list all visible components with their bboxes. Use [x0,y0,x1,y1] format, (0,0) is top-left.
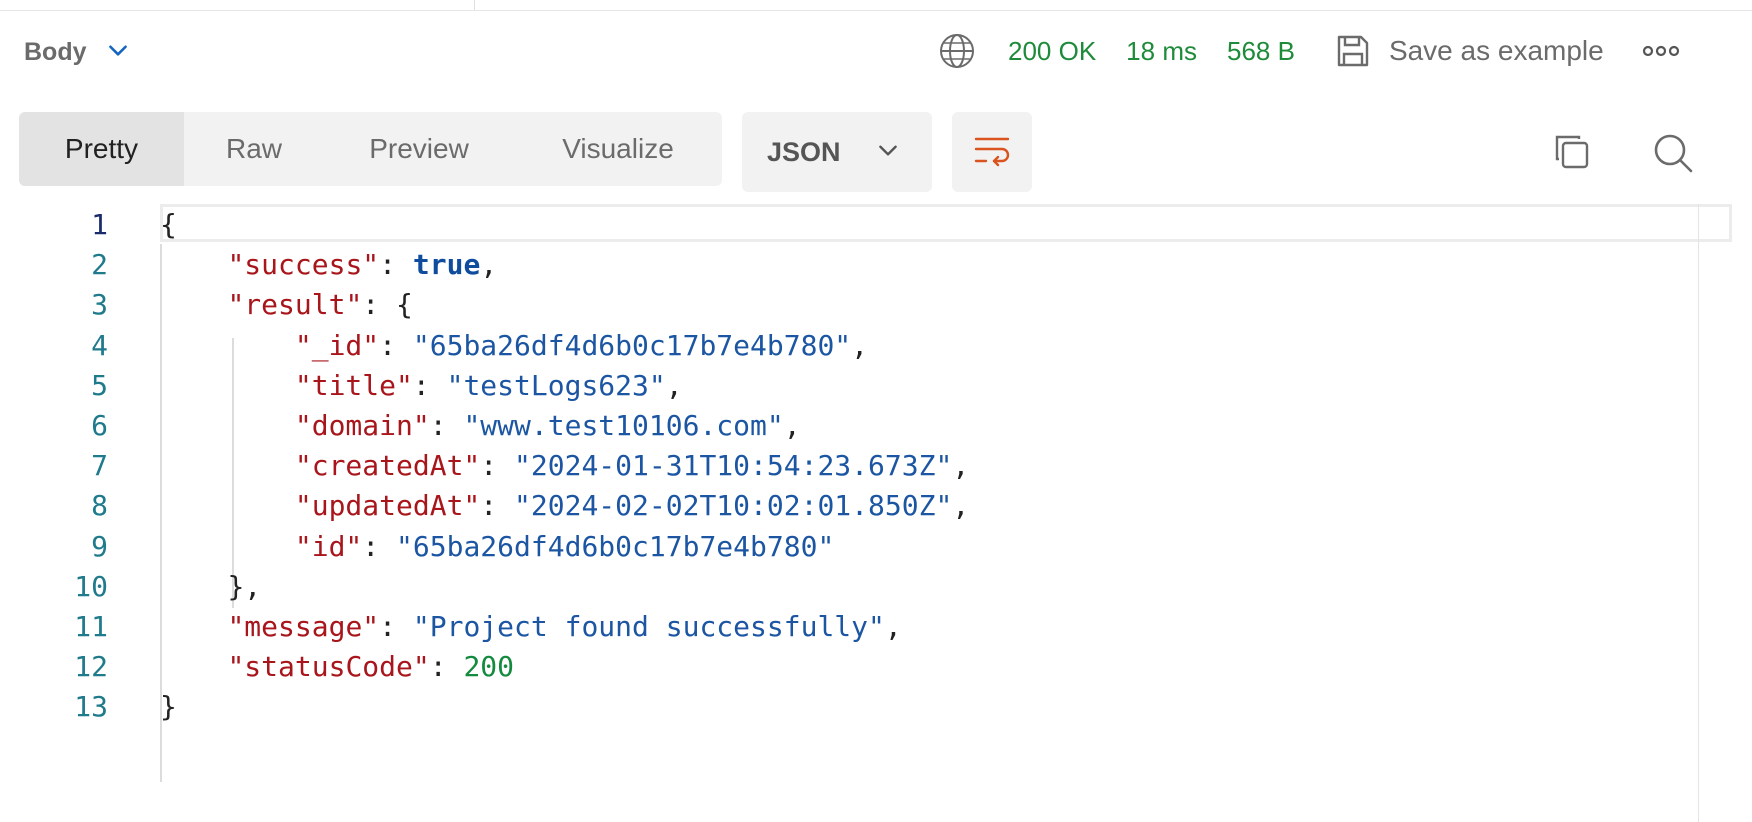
save-as-example-label: Save as example [1388,35,1604,66]
save-as-example-button[interactable]: Save as example [1335,33,1604,69]
line-number: 2 [91,248,108,282]
code-token: : [429,650,464,684]
code-text: "_id": "65ba26df4d6b0c17b7e4b780", [160,323,868,368]
code-token: , [884,610,902,643]
status-code[interactable]: 200 OK [1008,36,1096,67]
code-token: "domain" [294,409,430,442]
response-meta: 200 OK 18 ms 568 B Save as example [938,30,1680,72]
line-number: 8 [91,489,108,523]
line-number: 10 [74,569,108,603]
line-number: 3 [91,288,108,322]
code-token: : [480,489,515,523]
code-token: }, [227,569,262,603]
code-token: "title" [294,368,413,402]
code-text: { [160,202,177,247]
code-token: , [851,328,869,362]
code-token: : [412,368,447,402]
response-time[interactable]: 18 ms [1126,36,1197,67]
code-token: : [429,409,464,442]
line-number: 4 [91,328,108,362]
code-token: : { [362,288,413,322]
body-label: Body [24,37,87,66]
tab-visualize[interactable]: Visualize [514,112,722,186]
view-mode-tabs: Pretty Raw Preview Visualize [19,112,722,186]
response-body-editor[interactable]: 1 {2 "success": true, 3 "result": { 4 "_id"… [0,204,1752,822]
code-token: : [379,328,413,362]
code-token: "statusCode" [227,650,430,684]
format-label: JSON [767,136,841,167]
code-text: "success": true, [160,242,497,287]
code-token: : [379,248,413,282]
code-token: "message" [227,610,380,643]
format-dropdown[interactable]: JSON [742,112,932,192]
code-token: "result" [227,288,363,322]
code-token: 200 [463,650,515,684]
code-token: { [160,208,177,241]
active-line-highlight [160,204,1732,242]
code-token: "id" [294,529,363,563]
code-text: "createdAt": "2024-01-31T10:54:23.673Z", [160,443,969,488]
line-number: 6 [91,409,108,442]
editor-right-rule [1698,204,1699,822]
code-token: "www.test10106.com" [463,409,784,442]
code-text: "message": "Project found successfully", [160,604,902,649]
search-icon[interactable] [1652,132,1694,174]
code-token: , [783,409,801,442]
code-text: }, [160,564,261,609]
code-token: : [480,449,515,483]
code-token: "65ba26df4d6b0c17b7e4b780" [412,328,852,362]
chevron-down-icon [105,37,131,68]
wrap-lines-icon [972,130,1012,175]
line-number: 9 [91,529,108,563]
code-token: "success" [227,248,380,282]
save-icon [1335,33,1371,69]
tab-pretty[interactable]: Pretty [19,112,184,186]
code-token: , [952,449,970,483]
code-token: "testLogs623" [446,368,666,402]
line-number: 13 [74,690,108,724]
wrap-lines-button[interactable] [952,112,1032,192]
code-token: "_id" [294,328,380,362]
top-divider [0,0,1752,11]
code-token: , [952,489,970,523]
code-text: "id": "65ba26df4d6b0c17b7e4b780" [160,524,834,569]
line-number: 5 [91,368,108,402]
tab-raw[interactable]: Raw [184,112,324,186]
code-token: : [362,529,397,563]
code-token: true [412,248,481,282]
code-text: "result": { [160,282,413,327]
code-token: "65ba26df4d6b0c17b7e4b780" [396,529,835,563]
code-text: "title": "testLogs623", [160,363,683,408]
code-token: , [665,368,683,402]
code-token: "2024-01-31T10:54:23.673Z" [514,449,953,483]
code-token: } [160,690,177,724]
code-token: "2024-02-02T10:02:01.850Z" [514,489,953,523]
code-text: "domain": "www.test10106.com", [160,403,801,448]
code-token: : [379,610,413,643]
code-text: "statusCode": 200 [160,644,514,689]
line-number: 12 [74,650,108,684]
line-number: 7 [91,449,108,483]
code-token: , [480,248,498,282]
line-number: 1 [91,208,108,241]
line-number: 11 [74,610,108,643]
response-size[interactable]: 568 B [1227,36,1295,67]
copy-icon[interactable] [1552,132,1592,172]
code-token: "Project found successfully" [412,610,885,643]
globe-icon[interactable] [938,32,976,70]
code-text: } [160,684,177,729]
code-token: "updatedAt" [294,489,481,523]
more-icon[interactable] [1642,44,1680,58]
body-dropdown[interactable]: Body [24,34,131,70]
code-text: "updatedAt": "2024-02-02T10:02:01.850Z", [160,483,969,528]
chevron-down-icon [875,137,901,168]
code-token: "createdAt" [294,449,481,483]
tab-preview[interactable]: Preview [324,112,514,186]
